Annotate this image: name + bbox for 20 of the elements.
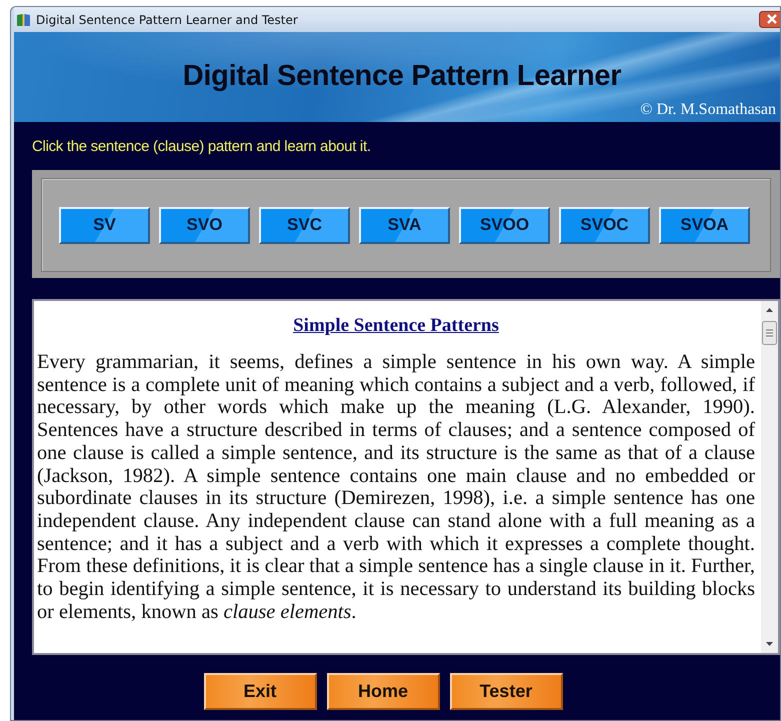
- window-title: Digital Sentence Pattern Learner and Tester: [36, 12, 298, 26]
- pattern-button[interactable]: SV: [59, 206, 150, 244]
- pattern-button[interactable]: SVO: [159, 206, 250, 244]
- nav-button[interactable]: Tester: [450, 673, 562, 710]
- book-icon: [16, 12, 31, 26]
- pattern-button[interactable]: SVA: [359, 206, 450, 244]
- pattern-button[interactable]: SVOA: [659, 206, 750, 244]
- banner-title: Digital Sentence Pattern Learner: [182, 59, 622, 94]
- nav-button[interactable]: Home: [326, 673, 440, 710]
- instruction-text: Click the sentence (clause) pattern and learn about it.: [31, 137, 372, 157]
- author-credit: © Dr. M.Somathasan: [640, 101, 776, 119]
- close-icon[interactable]: [759, 11, 780, 28]
- article-heading: Simple Sentence Patterns: [292, 315, 500, 337]
- nav-button[interactable]: Exit: [204, 673, 316, 710]
- pattern-button[interactable]: SVC: [259, 206, 350, 244]
- scrollbar[interactable]: [761, 301, 778, 653]
- scroll-thumb[interactable]: [762, 321, 777, 345]
- pattern-button[interactable]: SVOO: [459, 206, 550, 244]
- article-text: Every grammarian, it seems, defines a simple sentence in his own way. A simple sentence is a complete unit of meaning which contains a subject and a verb, followed, if necessary, by other words which make up the meaning (L.G. Alexander, 1990). Sentences have a structure described in terms of clauses; and a sentence composed of one clause is called a simple sentence, and its structure is the same as that of a clause (Jackson, 1982). A simple sentence contains one main clause and no embedded or subordinate clauses in its structure (Demirezen, 1998), i.e. a simple sentence has one independent clause. Any independent clause can stand alone with a full meaning as a sentence; and it has a subject and a verb with which it expresses a complete thought. From these definitions, it is clear that a simple sentence has a single clause in it. Further, to begin identifying a simple sentence, it is necessary to understand its building blocks or elements, known as clause elements.: [37, 351, 755, 624]
- pattern-button[interactable]: SVOC: [559, 206, 650, 244]
